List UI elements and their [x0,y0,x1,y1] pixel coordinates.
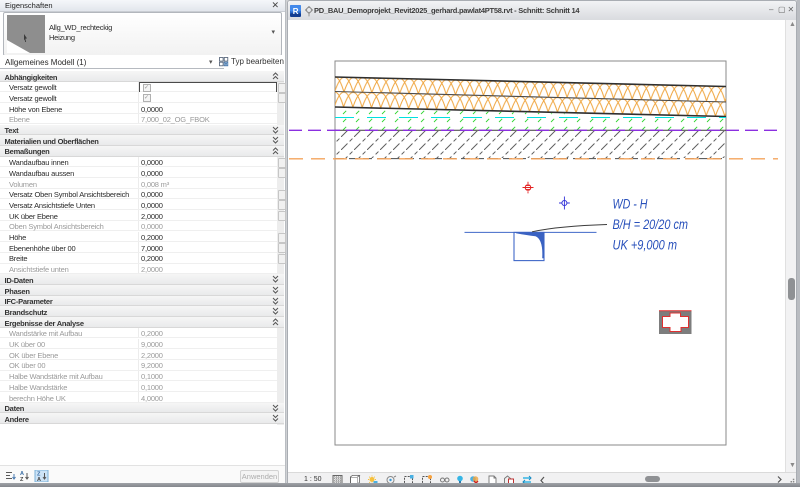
svg-text:A: A [37,477,41,482]
svg-text:R: R [293,7,299,16]
svg-text:WD - H: WD - H [613,196,648,211]
svg-text:Z: Z [20,477,24,482]
svg-text:UK +9,000 m: UK +9,000 m [613,237,678,252]
svg-text:B/H = 20/20 cm: B/H = 20/20 cm [613,217,689,232]
